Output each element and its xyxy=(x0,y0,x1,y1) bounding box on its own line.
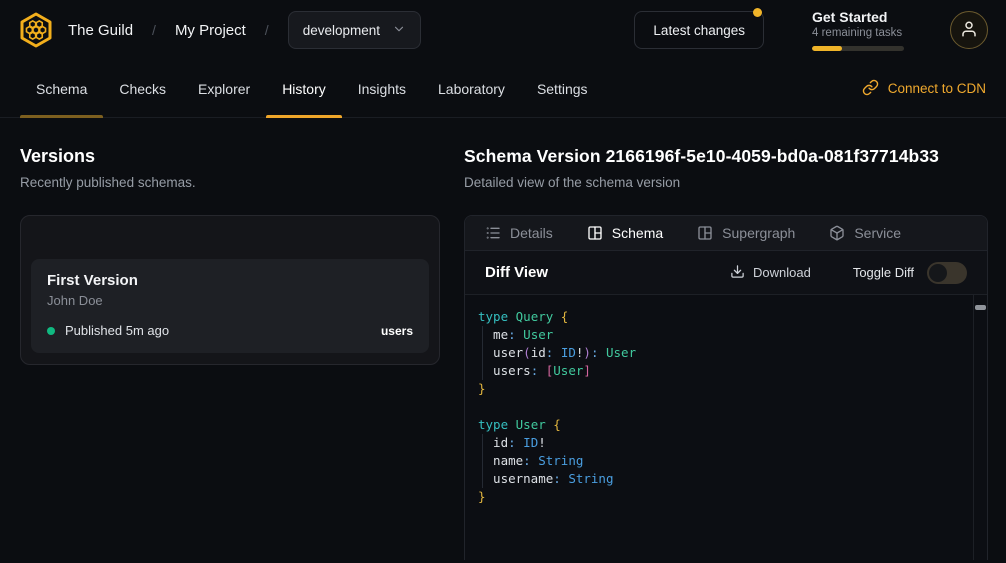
breadcrumb-project[interactable]: My Project xyxy=(175,22,246,39)
main-content: Versions Recently published schemas. Fir… xyxy=(0,118,1006,563)
version-detail-panel: Schema Version 2166196f-5e10-4059-bd0a-0… xyxy=(464,146,988,563)
schema-version-title: Schema Version 2166196f-5e10-4059-bd0a-0… xyxy=(464,146,988,167)
schema-view-panel: Details Schema Supergraph Service Diff View… xyxy=(464,215,988,560)
schema-view-tabs: Details Schema Supergraph Service xyxy=(465,216,987,251)
connect-to-cdn-label: Connect to CDN xyxy=(888,81,986,96)
list-icon xyxy=(485,225,501,241)
nav-tabs: Schema Checks Explorer History Insights Labor… xyxy=(0,60,604,117)
notification-dot xyxy=(753,8,762,17)
schema-view-tab-label: Supergraph xyxy=(722,225,795,241)
tab-label: Laboratory xyxy=(438,81,505,97)
code-line: } xyxy=(478,380,959,398)
breadcrumb-separator: / xyxy=(265,22,269,38)
tab-schema[interactable]: Schema xyxy=(20,60,103,117)
breadcrumb-org[interactable]: The Guild xyxy=(68,22,133,39)
code-line xyxy=(478,398,959,416)
breadcrumb: The Guild / My Project / xyxy=(68,22,269,39)
code-line: me: User xyxy=(478,326,959,344)
indent-guide xyxy=(478,452,493,470)
download-label: Download xyxy=(753,265,811,280)
latest-changes-label: Latest changes xyxy=(653,23,745,38)
tab-laboratory[interactable]: Laboratory xyxy=(422,60,521,117)
tab-label: History xyxy=(282,81,326,97)
hive-logo-icon[interactable] xyxy=(16,10,56,50)
schema-view-tab-label: Service xyxy=(854,225,901,241)
tab-settings[interactable]: Settings xyxy=(521,60,604,117)
top-bar: The Guild / My Project / development Lat… xyxy=(0,0,1006,60)
schema-view-tab-label: Details xyxy=(510,225,553,241)
schema-view-tab-service[interactable]: Service xyxy=(829,225,901,241)
target-selector-value: development xyxy=(303,23,380,38)
user-icon xyxy=(960,20,978,41)
schema-version-subtitle: Detailed view of the schema version xyxy=(464,175,988,190)
tab-label: Settings xyxy=(537,81,588,97)
service-name-badge: users xyxy=(381,324,413,338)
version-list-item[interactable]: First Version John Doe Published 5m ago … xyxy=(31,259,429,353)
get-started-widget[interactable]: Get Started 4 remaining tasks xyxy=(812,9,908,51)
get-started-progress-fill xyxy=(812,46,842,51)
columns-icon xyxy=(697,225,713,241)
code-line: type User { xyxy=(478,416,959,434)
tab-insights[interactable]: Insights xyxy=(342,60,422,117)
code-line: type Query { xyxy=(478,308,959,326)
connect-to-cdn-link[interactable]: Connect to CDN xyxy=(862,60,986,117)
tab-label: Explorer xyxy=(198,81,250,97)
version-name: First Version xyxy=(47,272,413,289)
indent-guide xyxy=(478,434,493,452)
download-button[interactable]: Download xyxy=(730,264,811,282)
code-line: name: String xyxy=(478,452,959,470)
code-line: username: String xyxy=(478,470,959,488)
indent-guide xyxy=(478,470,493,488)
schema-view-tab-schema[interactable]: Schema xyxy=(587,225,663,241)
get-started-title: Get Started xyxy=(812,9,908,25)
diff-actions: Download Toggle Diff xyxy=(730,262,967,284)
chevron-down-icon xyxy=(392,22,406,39)
indent-guide xyxy=(478,326,493,344)
schema-view-tab-supergraph[interactable]: Supergraph xyxy=(697,225,795,241)
schema-view-tab-details[interactable]: Details xyxy=(485,225,553,241)
user-avatar[interactable] xyxy=(950,11,988,49)
columns-icon xyxy=(587,225,603,241)
target-selector[interactable]: development xyxy=(288,11,421,49)
version-status-text: Published 5m ago xyxy=(65,323,169,338)
code-line: id: ID! xyxy=(478,434,959,452)
code-line: users: [User] xyxy=(478,362,959,380)
tab-explorer[interactable]: Explorer xyxy=(182,60,266,117)
breadcrumb-separator: / xyxy=(152,22,156,38)
toggle-diff-label: Toggle Diff xyxy=(853,265,914,280)
versions-list-card: First Version John Doe Published 5m ago … xyxy=(20,215,440,365)
tab-label: Checks xyxy=(119,81,166,97)
latest-changes-button[interactable]: Latest changes xyxy=(634,11,764,49)
diff-view-title: Diff View xyxy=(485,264,548,281)
code-line: user(id: ID!): User xyxy=(478,344,959,362)
tab-history[interactable]: History xyxy=(266,60,342,117)
schema-view-tab-label: Schema xyxy=(612,225,663,241)
published-status-dot xyxy=(47,327,55,335)
versions-panel: Versions Recently published schemas. Fir… xyxy=(20,146,440,563)
download-icon xyxy=(730,264,745,282)
tab-label: Insights xyxy=(358,81,406,97)
cube-icon xyxy=(829,225,845,241)
toggle-diff-knob xyxy=(929,264,947,282)
versions-subtitle: Recently published schemas. xyxy=(20,175,440,190)
tab-checks[interactable]: Checks xyxy=(103,60,182,117)
versions-title: Versions xyxy=(20,146,440,167)
toggle-diff-switch[interactable] xyxy=(927,262,967,284)
app-window: The Guild / My Project / development Lat… xyxy=(0,0,1006,563)
main-nav: Schema Checks Explorer History Insights Labor… xyxy=(0,60,1006,118)
indent-guide xyxy=(478,362,493,380)
version-status-row: Published 5m ago users xyxy=(47,323,413,338)
schema-code-viewer: type Query {me: Useruser(id: ID!): Useru… xyxy=(465,295,987,560)
get-started-progress-bar xyxy=(812,46,904,51)
get-started-subtitle: 4 remaining tasks xyxy=(812,27,908,39)
code-scrollbar-thumb[interactable] xyxy=(975,305,986,310)
version-author: John Doe xyxy=(47,293,413,308)
code-line: } xyxy=(478,488,959,506)
diff-view-header: Diff View Download Toggle Diff xyxy=(465,251,987,295)
schema-code: type Query {me: Useruser(id: ID!): Useru… xyxy=(478,308,959,506)
tab-label: Schema xyxy=(36,81,87,97)
link-icon xyxy=(862,79,879,99)
code-scrollbar[interactable] xyxy=(973,295,987,560)
indent-guide xyxy=(478,344,493,362)
